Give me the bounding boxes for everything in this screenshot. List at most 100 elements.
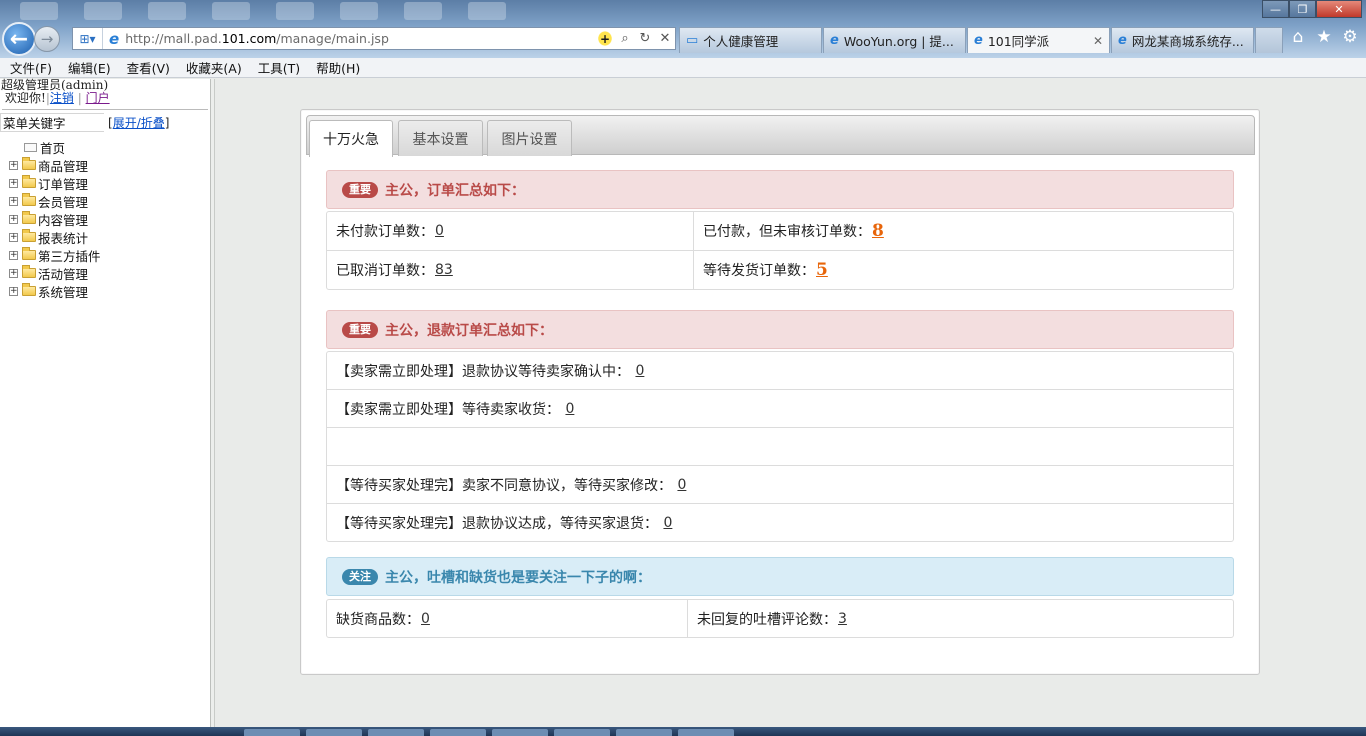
browser-tab-health[interactable]: ▭ 个人健康管理 bbox=[679, 27, 822, 53]
close-tab-icon[interactable]: ✕ bbox=[1093, 34, 1103, 48]
important-badge: 重要 bbox=[342, 181, 378, 198]
tab-label: 网龙某商城系统存... bbox=[1131, 34, 1244, 49]
important-badge: 重要 bbox=[342, 321, 378, 338]
unreplied-comments-link[interactable]: 3 bbox=[838, 611, 847, 627]
search-icon[interactable]: ⌕ bbox=[615, 28, 635, 49]
browser-tab-101[interactable]: e 101同学派 ✕ bbox=[967, 27, 1110, 53]
refund-buyer-modify-link[interactable]: 0 bbox=[677, 477, 686, 493]
folder-icon bbox=[22, 265, 36, 278]
compatibility-view-icon[interactable]: + bbox=[595, 28, 615, 49]
refund-awaiting-receipt-link[interactable]: 0 bbox=[565, 401, 574, 417]
os-taskbar bbox=[0, 727, 1366, 736]
taskbar-button[interactable] bbox=[368, 729, 424, 736]
sidebar-resize-handle[interactable] bbox=[210, 79, 215, 727]
taskbar-button[interactable] bbox=[678, 729, 734, 736]
taskbar-button[interactable] bbox=[554, 729, 610, 736]
taskbar-button[interactable] bbox=[616, 729, 672, 736]
unreplied-comments-cell: 未回复的吐槽评论数： 3 bbox=[687, 600, 1233, 637]
out-of-stock-label: 缺货商品数： bbox=[336, 611, 420, 628]
folder-icon bbox=[22, 229, 36, 242]
stop-icon[interactable]: ✕ bbox=[655, 28, 675, 49]
tab-label: 个人健康管理 bbox=[703, 34, 779, 49]
menu-tools[interactable]: 工具(T) bbox=[250, 58, 308, 77]
expand-plus-icon[interactable]: + bbox=[9, 160, 18, 170]
expand-plus-icon[interactable]: + bbox=[9, 196, 18, 206]
table-row: 【卖家需立即处理】退款协议等待卖家确认中： 0 bbox=[327, 352, 1233, 389]
tree-label: 会员管理 bbox=[38, 194, 89, 210]
tree-item-plugins[interactable]: + 第三方插件 bbox=[0, 246, 210, 264]
address-bar[interactable]: ⊞▾ e http://mall.pad.101.com/manage/main… bbox=[72, 27, 676, 50]
menu-edit[interactable]: 编辑(E) bbox=[60, 58, 119, 77]
cancelled-orders-link[interactable]: 83 bbox=[435, 262, 453, 278]
tab-urgent[interactable]: 十万火急 bbox=[309, 120, 393, 157]
tree-label: 订单管理 bbox=[38, 176, 89, 192]
folder-icon bbox=[22, 247, 36, 260]
browser-tab-wooyun[interactable]: e WooYun.org | 提... bbox=[823, 27, 966, 53]
admin-sidebar: 超级管理员(admin) 欢迎你!|注销 | 门户 [展开/折叠] 首页 + 商… bbox=[0, 79, 210, 727]
favorites-star-icon[interactable]: ★ bbox=[1316, 28, 1332, 46]
expand-plus-icon[interactable]: + bbox=[9, 232, 18, 242]
tree-item-activities[interactable]: + 活动管理 bbox=[0, 264, 210, 282]
taskbar-button[interactable] bbox=[492, 729, 548, 736]
awaiting-shipment-label: 等待发货订单数： bbox=[703, 263, 815, 279]
menu-favorites[interactable]: 收藏夹(A) bbox=[178, 58, 250, 77]
paid-unreviewed-link[interactable]: 8 bbox=[872, 221, 884, 241]
taskbar-button[interactable] bbox=[430, 729, 486, 736]
awaiting-shipment-link[interactable]: 5 bbox=[816, 260, 828, 280]
minimize-button[interactable]: — bbox=[1262, 0, 1289, 18]
refund-awaiting-confirm-link[interactable]: 0 bbox=[635, 363, 644, 379]
refund-buyer-return-link[interactable]: 0 bbox=[663, 515, 672, 531]
maximize-button[interactable]: ❐ bbox=[1289, 0, 1316, 18]
url-text[interactable]: http://mall.pad.101.com/manage/main.jsp bbox=[125, 31, 595, 46]
expand-plus-icon[interactable]: + bbox=[9, 286, 18, 296]
taskbar-button[interactable] bbox=[244, 729, 300, 736]
cancelled-orders-cell: 已取消订单数： 83 bbox=[327, 251, 693, 289]
menu-file[interactable]: 文件(F) bbox=[2, 58, 60, 77]
expand-plus-icon[interactable]: + bbox=[9, 268, 18, 278]
tab-basic-settings[interactable]: 基本设置 bbox=[398, 120, 483, 156]
tree-item-orders[interactable]: + 订单管理 bbox=[0, 174, 210, 192]
expand-plus-icon[interactable]: + bbox=[9, 250, 18, 260]
gear-icon[interactable]: ⚙ bbox=[1342, 28, 1358, 46]
tree-label: 活动管理 bbox=[38, 266, 89, 282]
window-controls: — ❐ ✕ bbox=[1262, 0, 1362, 18]
back-button[interactable]: ← bbox=[2, 22, 36, 56]
tree-label: 内容管理 bbox=[38, 212, 89, 228]
table-row-empty bbox=[327, 427, 1233, 465]
tree-item-reports[interactable]: + 报表统计 bbox=[0, 228, 210, 246]
tab-label: 101同学派 bbox=[987, 34, 1050, 49]
browser-tab-mall[interactable]: e 网龙某商城系统存... bbox=[1111, 27, 1254, 53]
refund-buyer-return-cell: 【等待买家处理完】退款协议达成，等待买家退货： 0 bbox=[327, 504, 1233, 541]
menu-help[interactable]: 帮助(H) bbox=[308, 58, 368, 77]
refund-row-label: 【卖家需立即处理】退款协议等待卖家确认中： bbox=[336, 363, 630, 380]
unpaid-orders-cell: 未付款订单数： 0 bbox=[327, 212, 693, 250]
logout-link[interactable]: 注销 bbox=[50, 91, 74, 105]
taskbar-button[interactable] bbox=[306, 729, 362, 736]
refresh-icon[interactable]: ↻ bbox=[635, 28, 655, 49]
menu-view[interactable]: 查看(V) bbox=[119, 58, 178, 77]
ie-page-icon: e bbox=[1118, 33, 1127, 48]
tab-image-settings[interactable]: 图片设置 bbox=[487, 120, 572, 156]
out-of-stock-link[interactable]: 0 bbox=[421, 611, 430, 627]
tree-item-home[interactable]: 首页 bbox=[0, 138, 210, 156]
tree-item-members[interactable]: + 会员管理 bbox=[0, 192, 210, 210]
url-host: 101.com bbox=[221, 31, 277, 46]
ie-page-icon: e bbox=[109, 29, 120, 48]
tree-item-system[interactable]: + 系统管理 bbox=[0, 282, 210, 300]
tree-item-content[interactable]: + 内容管理 bbox=[0, 210, 210, 228]
forward-button[interactable]: → bbox=[34, 26, 60, 52]
panel-tab-bar: 十万火急 基本设置 图片设置 bbox=[306, 115, 1255, 157]
home-icon[interactable]: ⌂ bbox=[1290, 28, 1306, 46]
refund-awaiting-receipt-cell: 【卖家需立即处理】等待卖家收货： 0 bbox=[327, 390, 1233, 427]
new-tab-button[interactable] bbox=[1255, 27, 1283, 53]
close-window-button[interactable]: ✕ bbox=[1316, 0, 1362, 18]
expand-plus-icon[interactable]: + bbox=[9, 214, 18, 224]
tree-item-products[interactable]: + 商品管理 bbox=[0, 156, 210, 174]
add-favorite-icon[interactable]: ⊞▾ bbox=[73, 28, 103, 49]
unpaid-orders-link[interactable]: 0 bbox=[435, 223, 444, 239]
expand-collapse-link[interactable]: 展开/折叠 bbox=[113, 116, 165, 130]
portal-link[interactable]: 门户 bbox=[86, 91, 110, 105]
menu-keyword-input[interactable] bbox=[0, 112, 104, 132]
browser-right-icons: ⌂ ★ ⚙ bbox=[1290, 28, 1358, 46]
expand-plus-icon[interactable]: + bbox=[9, 178, 18, 188]
